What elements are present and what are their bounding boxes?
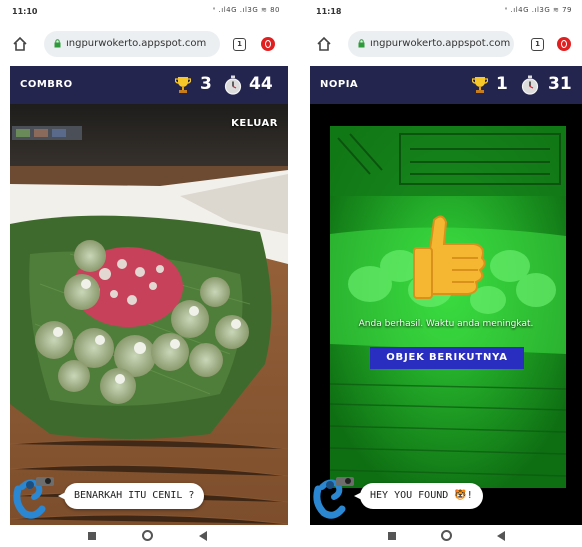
browser-menu-icon[interactable]: [557, 37, 571, 51]
game-header: COMBRO 3 44: [10, 66, 288, 104]
url-field[interactable]: ıngpurwokerto.appspot.com: [348, 31, 514, 57]
game-view: NOPIA 1 31 Anda berhasil. Waktu anda men…: [310, 66, 582, 525]
found-speech-bubble: HEY YOU FOUND 🐯!: [354, 483, 483, 509]
status-bar: 11:10 ᐤ .ıl4G .ıl3G ≋ 80: [0, 0, 290, 24]
score-value: 1: [496, 74, 508, 94]
stopwatch-icon: [521, 75, 539, 95]
status-bar: 11:18 ᐤ .ıl4G .ıl3G ≋ 79: [304, 0, 582, 24]
target-object-name: COMBRO: [20, 79, 73, 90]
phone-screen-combro: 11:10 ᐤ .ıl4G .ıl3G ≋ 80 ıngpurwokerto.a…: [0, 0, 290, 547]
time-remaining: 31: [548, 74, 572, 94]
status-icons: ᐤ .ıl4G .ıl3G ≋ 80: [212, 6, 280, 14]
lock-icon: [358, 39, 365, 48]
status-icons: ᐤ .ıl4G .ıl3G ≋ 79: [504, 6, 572, 14]
camera-image-green: [310, 104, 582, 525]
camera-feed: KELUAR BENARKAH ITU CENIL ?: [10, 104, 288, 525]
trophy-icon: [472, 77, 488, 93]
recent-apps-icon[interactable]: [88, 532, 96, 540]
back-icon[interactable]: [199, 531, 207, 541]
recent-apps-icon[interactable]: [388, 532, 396, 540]
lock-icon: [54, 39, 61, 48]
exit-button[interactable]: KELUAR: [231, 118, 278, 129]
mascot-icon: [313, 477, 354, 519]
game-header: NOPIA 1 31: [310, 66, 582, 104]
browser-menu-icon[interactable]: [261, 37, 275, 51]
score-value: 3: [200, 74, 212, 94]
browser-address-bar: ıngpurwokerto.appspot.com 1: [0, 26, 290, 64]
status-time: 11:18: [316, 7, 342, 16]
success-message: Anda berhasil. Waktu anda meningkat.: [358, 319, 534, 329]
home-button-icon[interactable]: [142, 530, 153, 541]
hint-speech-bubble: BENARKAH ITU CENIL ?: [57, 483, 205, 509]
browser-address-bar: ıngpurwokerto.appspot.com 1: [304, 26, 582, 64]
url-text: ıngpurwokerto.appspot.com: [370, 38, 511, 49]
camera-feed: Anda berhasil. Waktu anda meningkat. OBJ…: [310, 104, 582, 525]
time-remaining: 44: [249, 74, 273, 94]
trophy-icon: [175, 77, 191, 93]
tab-switcher-button[interactable]: 1: [531, 38, 544, 51]
next-object-button[interactable]: OBJEK BERIKUTNYA: [370, 347, 524, 369]
home-icon[interactable]: [12, 36, 28, 52]
android-nav-bar: [0, 525, 290, 547]
tab-switcher-button[interactable]: 1: [233, 38, 246, 51]
stopwatch-icon: [224, 75, 242, 95]
home-icon[interactable]: [316, 36, 332, 52]
target-object-name: NOPIA: [320, 79, 359, 90]
android-nav-bar: [304, 525, 582, 547]
thumbs-up-icon: [413, 215, 486, 299]
mascot-icon: [13, 477, 54, 519]
back-icon[interactable]: [497, 531, 505, 541]
url-text: ıngpurwokerto.appspot.com: [66, 38, 207, 49]
camera-image: [10, 104, 288, 525]
url-field[interactable]: ıngpurwokerto.appspot.com: [44, 31, 220, 57]
phone-screen-nopia: 11:18 ᐤ .ıl4G .ıl3G ≋ 79 ıngpurwokerto.a…: [304, 0, 582, 547]
home-button-icon[interactable]: [441, 530, 452, 541]
status-time: 11:10: [12, 7, 38, 16]
comparison-screenshot: 11:10 ᐤ .ıl4G .ıl3G ≋ 80 ıngpurwokerto.a…: [0, 0, 582, 547]
game-view: COMBRO 3 44 KELUAR BENARKAH ITU CENIL ?: [10, 66, 288, 525]
